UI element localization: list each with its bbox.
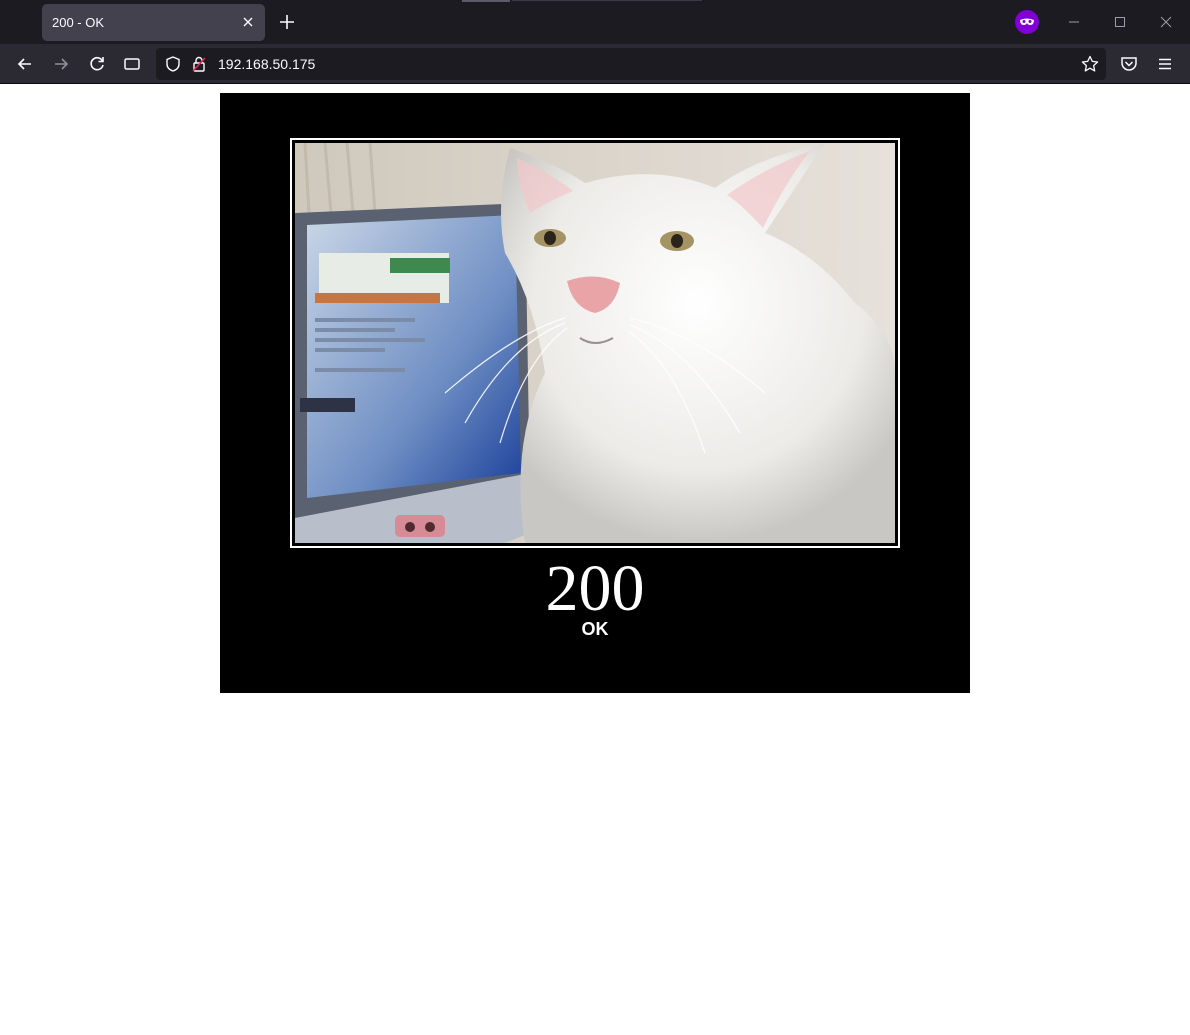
status-code: 200 xyxy=(545,552,645,625)
reload-icon[interactable] xyxy=(86,53,108,75)
tab-strip-indicator-secondary xyxy=(512,0,702,1)
tab-title: 200 - OK xyxy=(52,15,105,30)
minimize-icon[interactable] xyxy=(1064,12,1084,32)
star-icon[interactable] xyxy=(1080,54,1100,74)
status-poster: 200 OK xyxy=(220,93,970,693)
close-icon[interactable] xyxy=(239,13,257,31)
arrow-right-icon[interactable] xyxy=(50,53,72,75)
tracking-shield-icon[interactable] xyxy=(164,55,182,73)
photo-frame xyxy=(290,138,900,548)
page-content: 200 OK xyxy=(0,85,1190,1035)
insecure-lock-icon[interactable] xyxy=(190,55,208,73)
tab-strip: 200 - OK xyxy=(0,0,1190,44)
maximize-icon[interactable] xyxy=(1110,12,1130,32)
url-bar[interactable]: 192.168.50.175 xyxy=(156,48,1106,80)
status-text: OK xyxy=(581,619,609,639)
active-tab[interactable]: 200 - OK xyxy=(42,4,265,41)
plus-icon[interactable] xyxy=(276,11,298,33)
navigation-toolbar: 192.168.50.175 xyxy=(0,44,1190,84)
arrow-left-icon[interactable] xyxy=(14,53,36,75)
reader-view-icon[interactable] xyxy=(121,53,143,75)
private-mask-icon[interactable] xyxy=(1015,10,1039,34)
window-close-icon[interactable] xyxy=(1156,12,1176,32)
pocket-icon[interactable] xyxy=(1118,53,1140,75)
hamburger-menu-icon[interactable] xyxy=(1154,53,1176,75)
cat-photo xyxy=(295,143,895,543)
url-text[interactable]: 192.168.50.175 xyxy=(218,56,315,72)
tab-strip-indicator xyxy=(462,0,510,2)
